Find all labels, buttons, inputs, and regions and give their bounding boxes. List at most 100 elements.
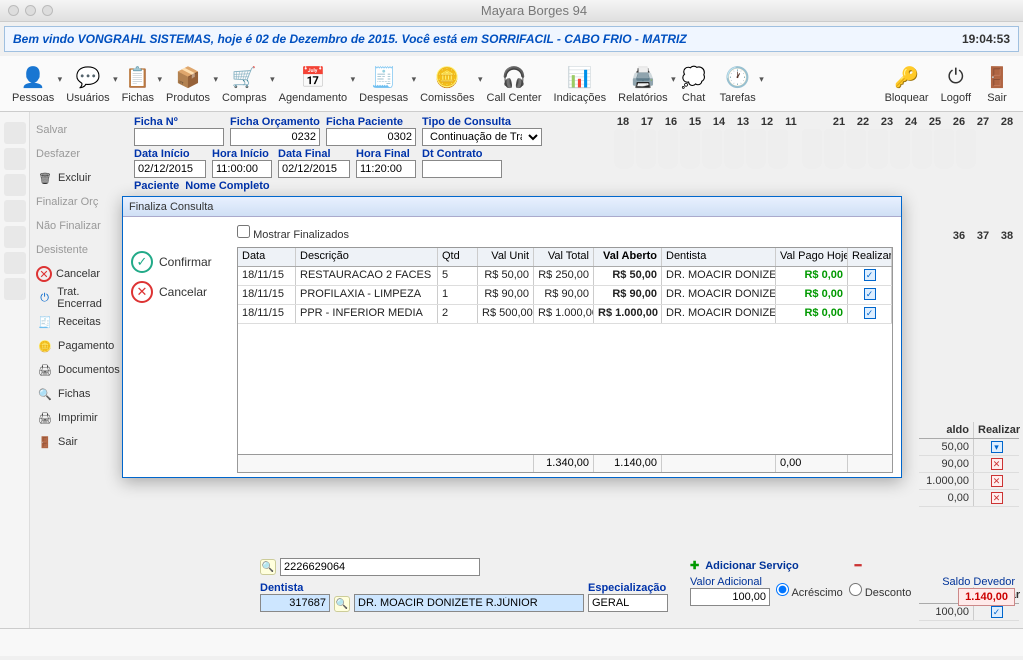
hora-ini-input[interactable]: [212, 160, 272, 178]
mostrar-finalizados-checkbox[interactable]: Mostrar Finalizados: [237, 229, 349, 241]
compras-button[interactable]: 🛒Compras▾: [216, 62, 273, 106]
tooth-icon[interactable]: [768, 129, 788, 169]
acrescimo-radio[interactable]: Acréscimo: [776, 583, 843, 599]
trat-encerrad-button[interactable]: ⏻Trat. Encerrad: [32, 286, 128, 310]
espec-input[interactable]: [588, 594, 668, 612]
produtos-button[interactable]: 📦Produtos▾: [160, 62, 216, 106]
pagamento-button[interactable]: 🪙Pagamento: [32, 334, 128, 358]
tooth-icon[interactable]: [912, 129, 932, 169]
excluir-button[interactable]: 🗑Excluir: [32, 166, 128, 190]
plus-icon[interactable]: ✚: [690, 559, 699, 572]
desconto-radio[interactable]: Desconto: [849, 583, 912, 599]
tooth-icon[interactable]: [724, 129, 744, 169]
comissoes-button[interactable]: 🪙Comissões▾: [414, 62, 480, 106]
data-fin-input[interactable]: [278, 160, 350, 178]
mini-icon[interactable]: [4, 148, 26, 170]
logoff-button[interactable]: ⏻Logoff: [935, 62, 977, 106]
despesas-button[interactable]: 🧾Despesas▾: [353, 62, 414, 106]
mini-icon[interactable]: [4, 200, 26, 222]
tooth-icon[interactable]: [846, 129, 866, 169]
tooth-number: 23: [877, 116, 897, 128]
usuarios-button[interactable]: 💬Usuários▾: [60, 62, 115, 106]
checkbox[interactable]: ✓: [864, 288, 876, 300]
relatorios-button[interactable]: 🖨️Relatórios▾: [612, 62, 674, 106]
printer-icon: 🖨: [36, 361, 54, 379]
tooth-icon[interactable]: [934, 129, 954, 169]
cancel-icon: ✕: [36, 266, 52, 282]
sair-side-button[interactable]: 🚪Sair: [32, 430, 128, 454]
confirmar-button[interactable]: ✓Confirmar: [127, 247, 229, 277]
tarefas-button[interactable]: 🕐Tarefas▾: [714, 62, 762, 106]
mini-icon[interactable]: [4, 174, 26, 196]
tooth-icon[interactable]: [890, 129, 910, 169]
ficha-orc-label: Ficha Orçamento: [230, 116, 320, 128]
tooth-icon[interactable]: [702, 129, 722, 169]
tooth-icon[interactable]: [614, 129, 634, 169]
tooth-icon[interactable]: [680, 129, 700, 169]
pessoas-button[interactable]: 👤Pessoas▾: [6, 62, 60, 106]
min-dot[interactable]: [25, 5, 36, 16]
fichas-button[interactable]: 📋Fichas▾: [116, 62, 160, 106]
checkbox[interactable]: ✕: [991, 458, 1003, 470]
callcenter-button[interactable]: 🎧Call Center: [481, 62, 548, 106]
tooth-icon[interactable]: [802, 129, 822, 169]
data-ini-input[interactable]: [134, 160, 206, 178]
hora-fin-input[interactable]: [356, 160, 416, 178]
desfazer-button[interactable]: Desfazer: [32, 142, 128, 166]
checkbox[interactable]: ✕: [991, 475, 1003, 487]
dentista-id-input[interactable]: [260, 594, 330, 612]
nao-finalizar-button[interactable]: Não Finalizar: [32, 214, 128, 238]
mini-icon[interactable]: [4, 226, 26, 248]
checkbox[interactable]: ▾: [991, 441, 1003, 453]
checkbox[interactable]: ✕: [991, 492, 1003, 504]
tooth-number: 36: [949, 230, 969, 242]
bloquear-button[interactable]: 🔑Bloquear: [879, 62, 935, 106]
mini-icon[interactable]: [4, 278, 26, 300]
tooth-icon[interactable]: [636, 129, 656, 169]
desistente-button[interactable]: Desistente: [32, 238, 128, 262]
chat-button[interactable]: 💭Chat: [674, 62, 714, 106]
checkbox[interactable]: ✓: [864, 269, 876, 281]
finalizar-orc-button[interactable]: Finalizar Orç: [32, 190, 128, 214]
list-item: 90,00✕: [919, 456, 1019, 473]
search-icon[interactable]: 🔍: [334, 596, 350, 612]
sair-button[interactable]: 🚪Sair: [977, 62, 1017, 106]
fichas-side-button[interactable]: 🔍Fichas: [32, 382, 128, 406]
max-dot[interactable]: [42, 5, 53, 16]
x-icon: ✕: [131, 281, 153, 303]
checkbox[interactable]: ✓: [864, 307, 876, 319]
mini-icon[interactable]: [4, 252, 26, 274]
receitas-button[interactable]: 🧾Receitas: [32, 310, 128, 334]
mini-icon[interactable]: [4, 122, 26, 144]
minus-icon[interactable]: ━: [855, 559, 862, 572]
tooth-icon[interactable]: [868, 129, 888, 169]
indicacoes-button[interactable]: 📊Indicações: [548, 62, 613, 106]
cancelar-modal-button[interactable]: ✕Cancelar: [127, 277, 229, 307]
ficha-pac-input[interactable]: [326, 128, 416, 146]
tipo-select[interactable]: Continuação de Tratam: [422, 128, 542, 146]
tooth-icon[interactable]: [658, 129, 678, 169]
phone-input[interactable]: [280, 558, 480, 576]
search-icon[interactable]: 🔍: [260, 559, 276, 575]
agendamento-button[interactable]: 📅Agendamento▾: [273, 62, 354, 106]
table-row[interactable]: 18/11/15PPR - INFERIOR MEDIA2R$ 500,00R$…: [238, 305, 892, 324]
ficha-orc-input[interactable]: [230, 128, 320, 146]
dt-contr-input[interactable]: [422, 160, 502, 178]
tooth-icon[interactable]: [746, 129, 766, 169]
close-dot[interactable]: [8, 5, 19, 16]
welcome-text: Bem vindo VONGRAHL SISTEMAS, hoje é 02 d…: [13, 32, 687, 46]
salvar-button[interactable]: Salvar: [32, 118, 128, 142]
imprimir-button[interactable]: 🖨Imprimir: [32, 406, 128, 430]
table-row[interactable]: 18/11/15RESTAURACAO 2 FACES5R$ 50,00R$ 2…: [238, 267, 892, 286]
coin-icon: 🪙: [36, 337, 54, 355]
checkbox[interactable]: ✓: [991, 606, 1003, 618]
power-icon: ⏻: [942, 64, 970, 92]
table-row[interactable]: 18/11/15PROFILAXIA - LIMPEZA1R$ 90,00R$ …: [238, 286, 892, 305]
tooth-icon[interactable]: [824, 129, 844, 169]
ficha-n-input[interactable]: [134, 128, 224, 146]
documentos-button[interactable]: 🖨Documentos: [32, 358, 128, 382]
tooth-icon[interactable]: [956, 129, 976, 169]
cancelar-button[interactable]: ✕Cancelar: [32, 262, 128, 286]
valor-adicional-input[interactable]: [690, 588, 770, 606]
dentista-nome-input[interactable]: [354, 594, 584, 612]
